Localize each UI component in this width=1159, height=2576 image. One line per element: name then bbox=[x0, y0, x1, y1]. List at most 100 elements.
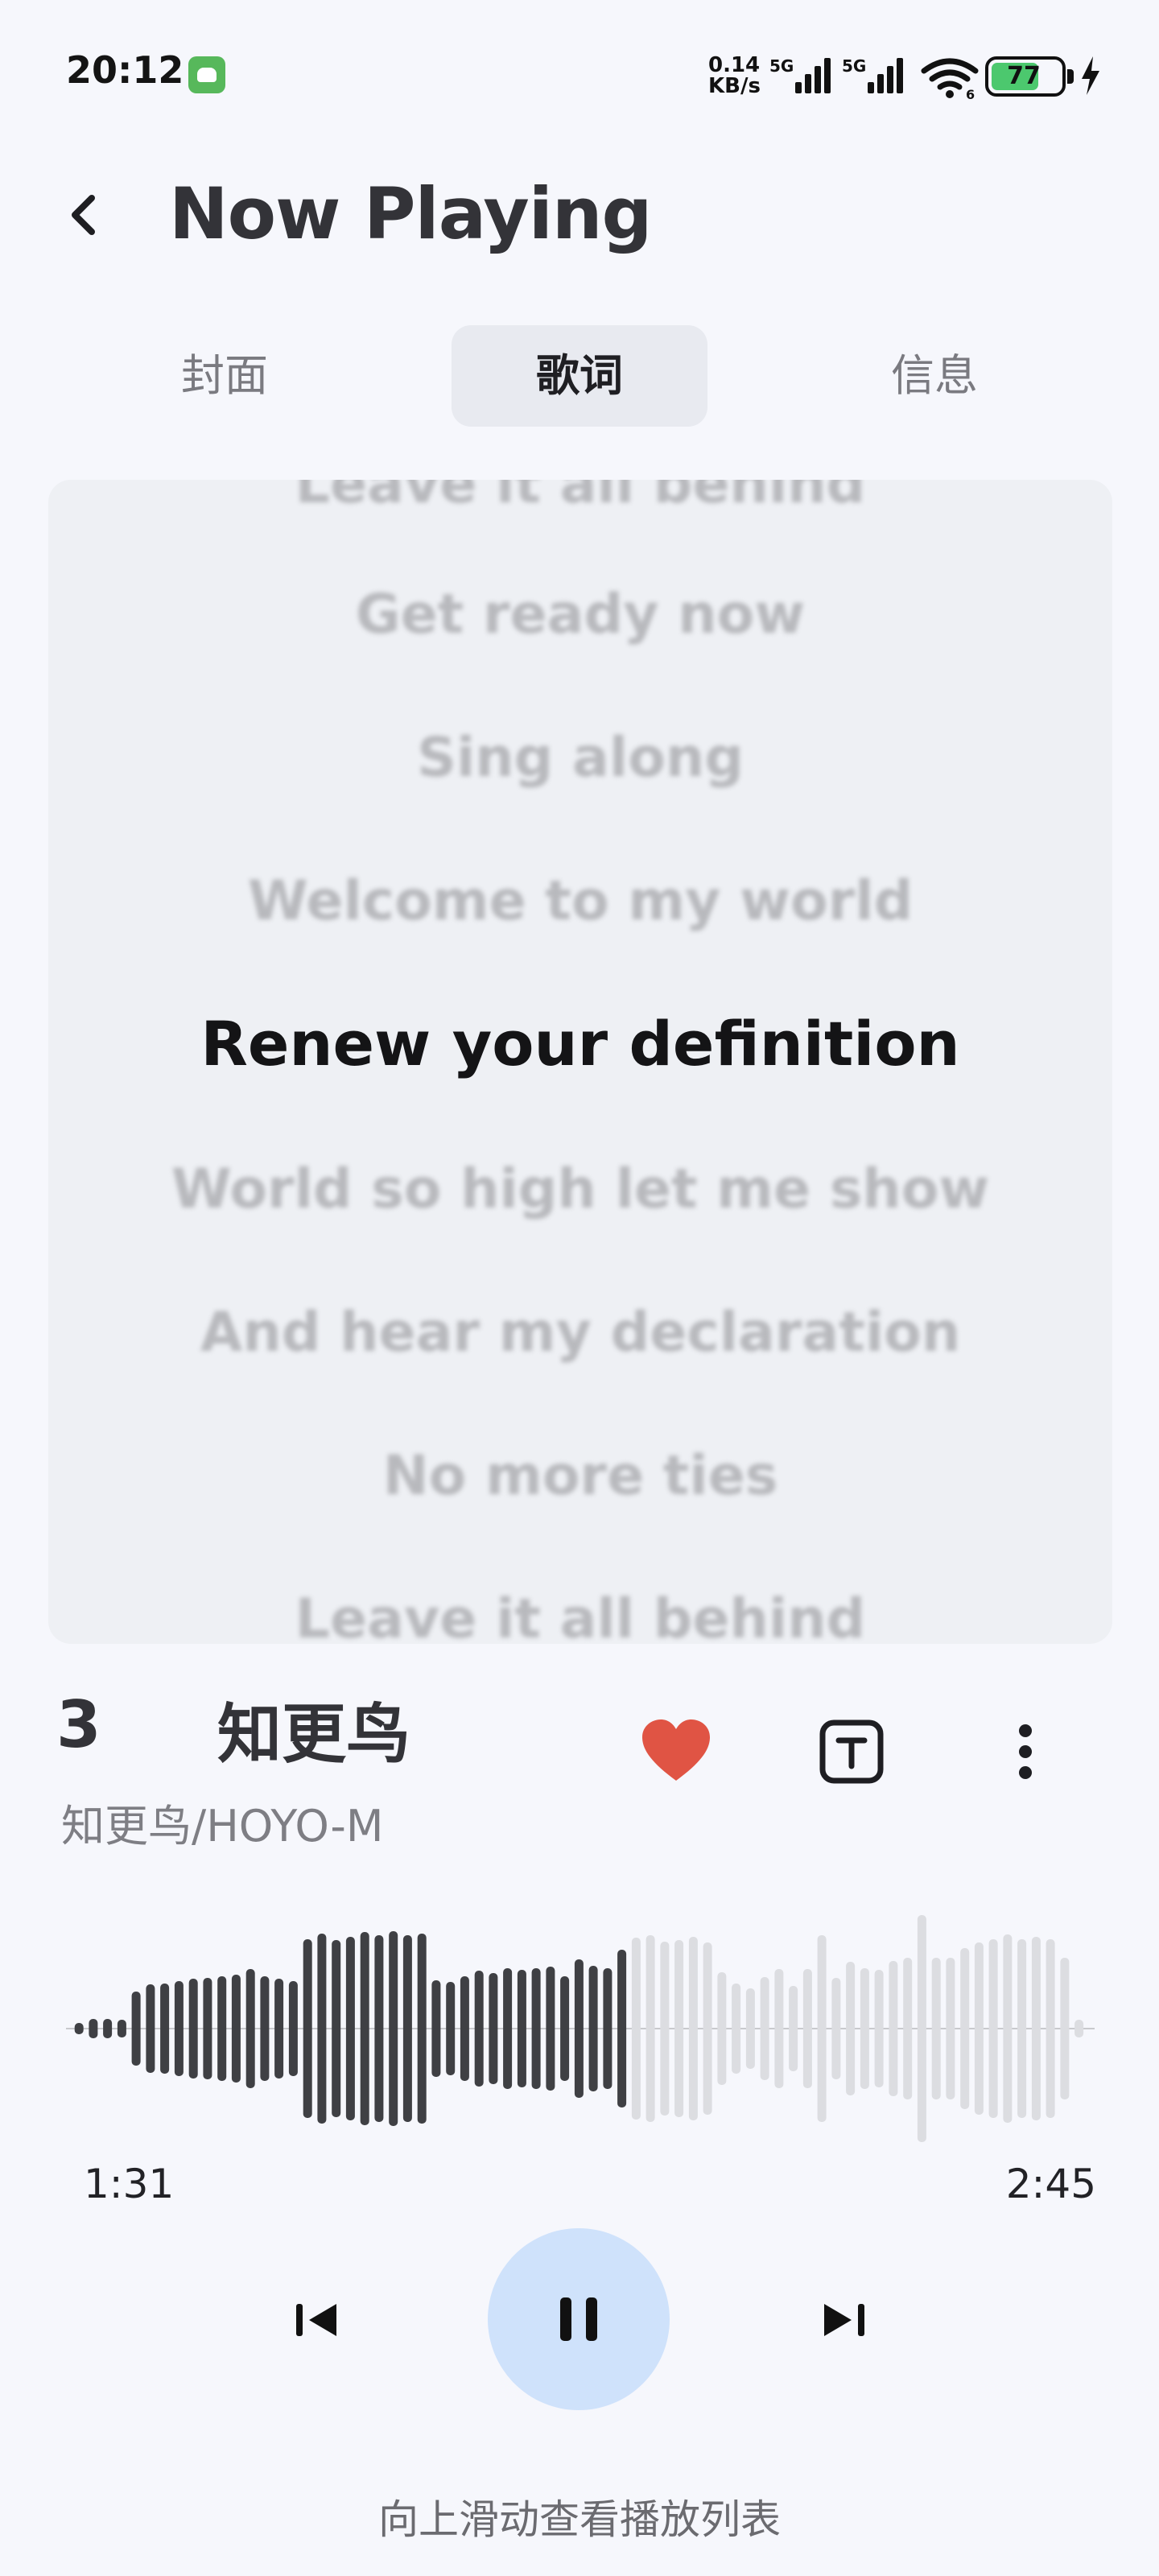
waveform-bar bbox=[931, 1958, 941, 2099]
lyric-line[interactable]: And hear my declaration bbox=[48, 1301, 1112, 1364]
waveform-bar bbox=[1046, 1939, 1055, 2118]
song-artist: 知更鸟/HOYO-M bbox=[61, 1801, 384, 1852]
favorite-button[interactable] bbox=[636, 1711, 716, 1792]
waveform-bar bbox=[245, 1969, 255, 2088]
track-number: 3 bbox=[56, 1687, 101, 1762]
waveform-bar bbox=[446, 1982, 456, 2075]
lyric-line[interactable]: Sing along bbox=[48, 726, 1112, 790]
waveform-bar bbox=[103, 2019, 113, 2038]
heart-icon bbox=[642, 1719, 710, 1781]
skip-previous-icon bbox=[296, 2304, 336, 2336]
waveform-bar bbox=[732, 1984, 741, 2074]
waveform-bar bbox=[674, 1940, 684, 2117]
waveform-bar bbox=[974, 1942, 984, 2115]
tab-lyrics[interactable]: 歌词 bbox=[452, 325, 707, 427]
waveform-bar bbox=[231, 1975, 241, 2083]
waveform-bar bbox=[946, 1958, 955, 2099]
tab-cover[interactable]: 封面 bbox=[97, 325, 353, 427]
lyric-line[interactable]: Welcome to my world bbox=[48, 869, 1112, 933]
waveform-bar bbox=[831, 1978, 841, 2079]
waveform-bar bbox=[617, 1950, 627, 2107]
lyric-line-current[interactable]: Renew your definition bbox=[48, 1008, 1112, 1080]
waveform-bar bbox=[960, 1948, 970, 2109]
waveform-bar bbox=[874, 1970, 884, 2087]
chevron-left-icon bbox=[72, 195, 95, 235]
waveform-bar bbox=[417, 1934, 427, 2124]
waveform-bar bbox=[703, 1942, 712, 2115]
signal-icon: 5G bbox=[842, 56, 906, 93]
waveform-bar bbox=[131, 1992, 141, 2066]
waveform-bar bbox=[531, 1968, 541, 2089]
waveform-bar bbox=[560, 1976, 570, 2081]
lyric-line[interactable]: Leave it all behind bbox=[48, 480, 1112, 516]
lyric-line[interactable]: World so high let me show bbox=[48, 1158, 1112, 1221]
lyric-line[interactable]: No more ties bbox=[48, 1444, 1112, 1508]
lyric-line[interactable]: Leave it all behind bbox=[48, 1587, 1112, 1644]
waveform-bar bbox=[288, 1981, 298, 2076]
android-app-icon bbox=[188, 56, 225, 93]
waveform-bar bbox=[917, 1915, 926, 2142]
waveform-bar bbox=[1003, 1934, 1013, 2123]
swipe-up-hint: 向上滑动查看播放列表 bbox=[378, 2496, 781, 2543]
waveform-bar bbox=[1060, 1958, 1070, 2099]
back-button[interactable] bbox=[48, 179, 121, 251]
more-vert-icon bbox=[1019, 1724, 1032, 1779]
waveform-bar bbox=[174, 1981, 184, 2076]
waveform-bar bbox=[303, 1939, 312, 2118]
wifi-label: 6 bbox=[966, 87, 975, 100]
previous-button[interactable] bbox=[277, 2280, 357, 2360]
lyrics-text-button[interactable] bbox=[811, 1711, 892, 1792]
waveform-bar bbox=[1031, 1937, 1041, 2120]
waveform-bar bbox=[1017, 1939, 1027, 2118]
battery-cap bbox=[1067, 69, 1074, 84]
waveform-bar bbox=[546, 1967, 555, 2091]
waveform-bar bbox=[260, 1976, 270, 2081]
waveform-bar bbox=[574, 1959, 584, 2098]
waveform-bar bbox=[645, 1935, 655, 2122]
waveform-bar bbox=[1074, 2020, 1084, 2037]
network-speed: 0.14 KB/s bbox=[708, 55, 765, 97]
waveform-bar bbox=[89, 2019, 98, 2038]
battery-icon: 77 bbox=[985, 56, 1066, 97]
page-title: Now Playing bbox=[169, 172, 653, 255]
pause-icon bbox=[560, 2297, 597, 2341]
elapsed-time: 1:31 bbox=[84, 2161, 175, 2207]
pause-button[interactable] bbox=[488, 2228, 670, 2410]
waveform-bar bbox=[660, 1942, 670, 2116]
more-options-button[interactable] bbox=[985, 1711, 1066, 1792]
signal-label: 5G bbox=[769, 56, 794, 76]
network-speed-unit: KB/s bbox=[708, 74, 761, 98]
tab-info[interactable]: 信息 bbox=[806, 325, 1062, 427]
lyrics-panel[interactable]: Leave it all behind Get ready now Sing a… bbox=[48, 480, 1112, 1644]
waveform-bar bbox=[817, 1935, 827, 2122]
waveform-bar bbox=[474, 1971, 484, 2087]
charging-bolt-icon bbox=[1082, 56, 1099, 95]
lyric-line[interactable]: Get ready now bbox=[48, 583, 1112, 646]
total-duration: 2:45 bbox=[1005, 2161, 1096, 2207]
next-button[interactable] bbox=[803, 2280, 884, 2360]
waveform-bar bbox=[631, 1938, 641, 2120]
text-icon bbox=[819, 1719, 884, 1784]
skip-next-icon bbox=[824, 2304, 864, 2336]
waveform-bar bbox=[745, 1988, 755, 2069]
waveform-bar bbox=[846, 1962, 856, 2095]
wifi-icon: 6 bbox=[921, 58, 979, 100]
signal-label: 5G bbox=[842, 56, 867, 76]
waveform-bar bbox=[774, 1969, 784, 2088]
waveform-bar bbox=[760, 1977, 769, 2080]
waveform-bar bbox=[503, 1968, 513, 2089]
waveform-bar bbox=[789, 1986, 798, 2071]
waveform-bar bbox=[431, 1980, 441, 2077]
waveform-bar bbox=[688, 1937, 698, 2120]
waveform-bar bbox=[274, 1979, 284, 2079]
waveform-bar bbox=[402, 1935, 412, 2122]
waveform-bar bbox=[517, 1970, 526, 2087]
waveform-bar bbox=[717, 1972, 727, 2085]
waveform-seekbar[interactable] bbox=[66, 1892, 1095, 2165]
waveform-bar bbox=[345, 1937, 355, 2120]
waveform-bar bbox=[74, 2023, 84, 2034]
waveform-bar bbox=[317, 1934, 327, 2124]
waveform-bar bbox=[489, 1973, 498, 2084]
waveform-bar bbox=[203, 1978, 212, 2079]
waveform-bar bbox=[988, 1939, 998, 2118]
